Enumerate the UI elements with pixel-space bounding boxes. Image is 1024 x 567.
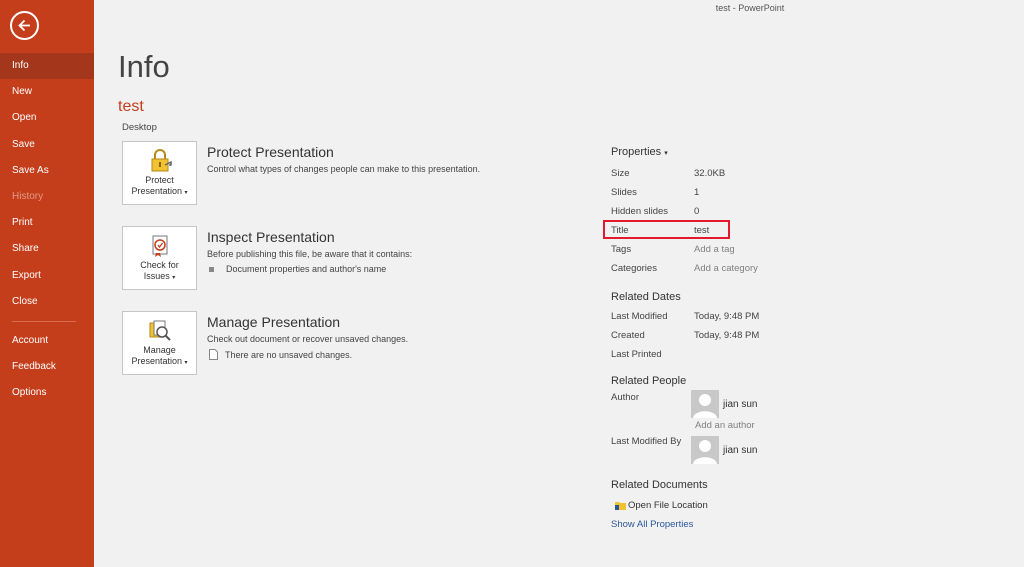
back-arrow-icon [18,19,30,32]
protect-button-label-1: Protect [145,175,174,185]
property-size: Size 32.0KB [611,164,991,183]
nav-account[interactable]: Account [0,328,94,354]
property-value: 32.0KB [694,168,726,179]
date-key: Last Printed [611,349,662,360]
lock-key-icon [151,149,172,172]
page-title: Info [118,49,170,84]
property-key: Hidden slides [611,206,669,217]
property-tags: Tags Add a tag [611,240,991,259]
property-categories: Categories Add a category [611,259,991,278]
nav-new[interactable]: New [0,79,94,105]
property-key: Slides [611,187,637,198]
inspect-presentation-section: Check for Issues ▾ Inspect Presentation … [122,226,592,292]
avatar [691,390,719,418]
manage-versions-icon [149,320,171,341]
manage-item: There are no unsaved changes. [209,349,352,360]
backstage-sidebar: Info New Open Save Save As History Print… [0,0,94,567]
date-last-modified: Last Modified Today, 9:48 PM [611,307,991,326]
nav-options[interactable]: Options [0,380,94,406]
backstage-nav: Info New Open Save Save As History Print… [0,53,94,406]
title-field[interactable]: test [694,225,709,236]
add-tag-field[interactable]: Add a tag [694,244,735,255]
related-dates-heading: Related Dates [611,291,681,303]
avatar [691,436,719,464]
dropdown-caret-icon: ▾ [664,150,668,157]
open-file-location-text: Open File Location [628,499,708,511]
nav-close[interactable]: Close [0,289,94,315]
protect-button-label-2: Presentation ▾ [131,186,188,196]
property-key: Title [611,225,629,236]
check-button-label-1: Check for [140,260,179,270]
folder-icon [615,502,626,510]
property-hidden-slides: Hidden slides 0 [611,202,991,221]
manage-heading: Manage Presentation [207,314,341,330]
manage-presentation-button[interactable]: Manage Presentation ▾ [122,311,197,375]
add-category-field[interactable]: Add a category [694,263,758,274]
manage-presentation-section: Manage Presentation ▾ Manage Presentatio… [122,311,592,377]
manage-button-label-2: Presentation ▾ [131,356,188,366]
protect-description: Control what types of changes people can… [207,164,481,174]
date-value: Today, 9:48 PM [694,311,760,322]
dropdown-caret-icon: ▾ [172,275,176,281]
bullet-icon [209,266,214,272]
property-key: Size [611,168,630,179]
show-all-properties-link[interactable]: Show All Properties [611,519,991,530]
back-button[interactable] [10,11,39,40]
person-icon [693,394,717,418]
nav-feedback[interactable]: Feedback [0,354,94,380]
protect-presentation-section: Protect Presentation ▾ Protect Presentat… [122,141,592,207]
inspect-item: Document properties and author's name [209,264,386,274]
inspect-description: Before publishing this file, be aware th… [207,249,413,259]
nav-info[interactable]: Info [0,53,94,80]
last-modified-by-name: jian sun [723,445,758,456]
check-button-label-2: Issues ▾ [143,271,176,281]
property-key: Categories [611,263,657,274]
property-title: Title test [611,221,991,240]
nav-export[interactable]: Export [0,263,94,289]
document-icon [209,349,218,360]
protect-heading: Protect Presentation [207,144,334,160]
manage-description: Check out document or recover unsaved ch… [207,334,409,344]
related-documents-heading: Related Documents [611,479,708,491]
check-for-issues-button[interactable]: Check for Issues ▾ [122,226,197,290]
author-name: jian sun [723,399,758,410]
nav-save[interactable]: Save [0,132,94,158]
dropdown-caret-icon: ▾ [184,360,188,366]
window-title: test - PowerPoint [715,3,785,13]
document-name: test [118,98,144,115]
dropdown-caret-icon: ▾ [184,190,188,196]
nav-divider [12,320,76,322]
property-value: 1 [694,187,700,198]
nav-open[interactable]: Open [0,105,94,131]
property-key: Tags [611,244,632,255]
nav-history: History [12,190,44,202]
property-slides: Slides 1 [611,183,991,202]
date-value: Today, 9:48 PM [694,330,760,341]
inspect-heading: Inspect Presentation [207,229,335,245]
manage-item-text: There are no unsaved changes. [225,349,353,360]
add-author-link[interactable]: Add an author [611,420,991,436]
author-person[interactable]: jian sun [611,390,991,420]
property-value: 0 [694,206,700,217]
nav-share[interactable]: Share [0,236,94,262]
last-modified-by-person[interactable]: jian sun [611,436,991,466]
related-people-heading: Related People [611,375,687,387]
date-last-printed: Last Printed [611,345,991,364]
inspect-document-icon [152,235,167,257]
date-key: Last Modified [611,311,668,322]
date-key: Created [611,330,645,341]
nav-save-as[interactable]: Save As [0,158,94,184]
nav-print[interactable]: Print [0,210,94,236]
document-location: Desktop [122,122,157,133]
protect-presentation-button[interactable]: Protect Presentation ▾ [122,141,197,205]
date-created: Created Today, 9:48 PM [611,326,991,345]
properties-pane: Properties ▾ Size 32.0KB Slides 1 Hidden s… [611,146,991,530]
open-file-location-link[interactable]: Open File Location [611,498,991,512]
person-icon [693,440,717,464]
manage-button-label-1: Manage [143,345,176,355]
properties-heading[interactable]: Properties ▾ [611,146,991,158]
inspect-item-text: Document properties and author's name [226,264,387,274]
